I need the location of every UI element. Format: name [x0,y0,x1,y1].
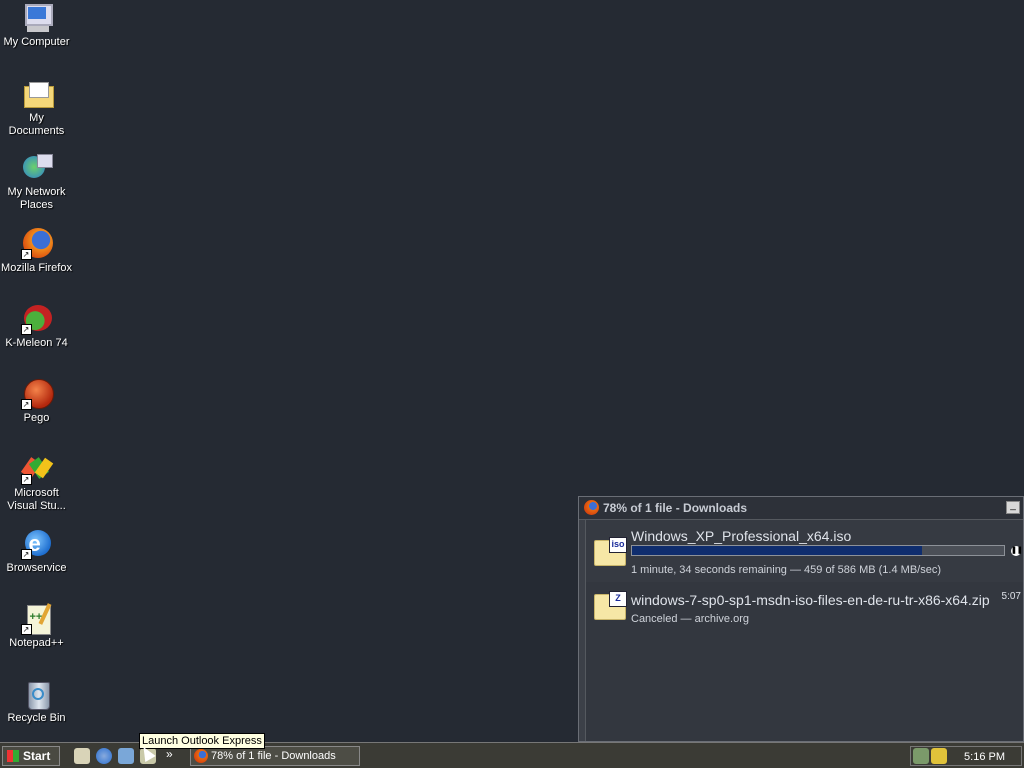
desktop-icon-pego[interactable]: ↗ Pego [0,378,73,425]
desktop-icon-recycle-bin[interactable]: Recycle Bin [0,678,73,725]
shortcut-arrow-icon: ↗ [20,324,32,335]
start-label: Start [23,749,51,763]
taskbar-downloads-button[interactable]: 78% of 1 file - Downloads [190,746,360,766]
recycle-bin-icon [21,678,53,710]
downloads-list[interactable]: iso Windows_XP_Professional_x64.iso ❚❚ 1… [585,520,1023,741]
chevron-icon[interactable]: » [166,747,173,761]
downloads-titlebar[interactable]: 78% of 1 file - Downloads _ [579,497,1023,520]
minimize-button[interactable]: _ [1006,501,1020,514]
folder-icon: iso [594,537,627,566]
outlook-express-icon[interactable] [118,748,134,764]
kmeleon-icon: ↗ [20,303,53,335]
download-time: 5:07 [1001,591,1021,602]
clock[interactable]: 5:16 PM [964,751,1005,763]
download-progress-bar [631,545,1005,556]
notepad-icon: ++ ↗ [20,603,53,635]
firefox-icon [584,500,599,515]
download-status: 1 minute, 34 seconds remaining — 459 of … [631,564,941,576]
folder-icon: Z [594,591,627,620]
download-filename: Windows_XP_Professional_x64.iso [631,528,852,544]
desktop-icon-network-places[interactable]: My Network Places [0,152,73,212]
desktop-icon-kmeleon[interactable]: ↗ K-Meleon 74 [0,303,73,350]
network-tray-icon[interactable] [913,748,929,764]
shortcut-arrow-icon: ↗ [20,474,32,485]
network-icon [21,152,53,184]
download-item[interactable]: Z windows-7-sp0-sp1-msdn-iso-files-en-de… [586,583,1023,633]
downloads-window[interactable]: 78% of 1 file - Downloads _ iso Windows_… [578,496,1024,742]
progress-fill [632,546,923,555]
desktop-icon-my-computer[interactable]: My Computer [0,2,73,49]
visual-studio-icon: ↗ [20,453,53,485]
desktop-icon-notepad-plus-plus[interactable]: ++ ↗ Notepad++ [0,603,73,650]
desktop-icon-visual-studio[interactable]: ↗ Microsoft Visual Stu... [0,453,73,513]
download-item[interactable]: iso Windows_XP_Professional_x64.iso ❚❚ 1… [586,520,1023,582]
tooltip: Launch Outlook Express [139,733,265,749]
security-tray-icon[interactable] [931,748,947,764]
windows-logo-icon [7,750,19,762]
internet-explorer-icon[interactable] [96,748,112,764]
shortcut-arrow-icon: ↗ [20,624,32,635]
taskbar-button-label: 78% of 1 file - Downloads [211,750,336,762]
shortcut-arrow-icon: ↗ [20,549,32,560]
pause-icon[interactable]: ❚❚ [1011,546,1023,556]
firefox-icon [194,749,208,763]
computer-icon [21,2,53,34]
desktop-icon-my-documents[interactable]: My Documents [0,78,73,138]
desktop-icon-browservice[interactable]: e ↗ Browservice [0,528,73,575]
desktop-icon-firefox[interactable]: ↗ Mozilla Firefox [0,228,73,275]
browservice-icon: e ↗ [20,528,53,560]
documents-folder-icon [21,78,54,110]
system-tray: 5:16 PM [910,746,1022,766]
show-desktop-icon[interactable] [74,748,90,764]
firefox-icon: ↗ [20,228,53,260]
window-title: 78% of 1 file - Downloads [603,501,748,515]
start-button[interactable]: Start [2,746,60,766]
download-filename: windows-7-sp0-sp1-msdn-iso-files-en-de-r… [631,592,990,608]
shortcut-arrow-icon: ↗ [20,249,32,260]
shortcut-arrow-icon: ↗ [20,399,32,410]
zip-badge-icon: Z [609,591,627,607]
download-status: Canceled — archive.org [631,613,750,625]
pego-icon: ↗ [20,378,54,410]
iso-badge-icon: iso [609,537,627,553]
